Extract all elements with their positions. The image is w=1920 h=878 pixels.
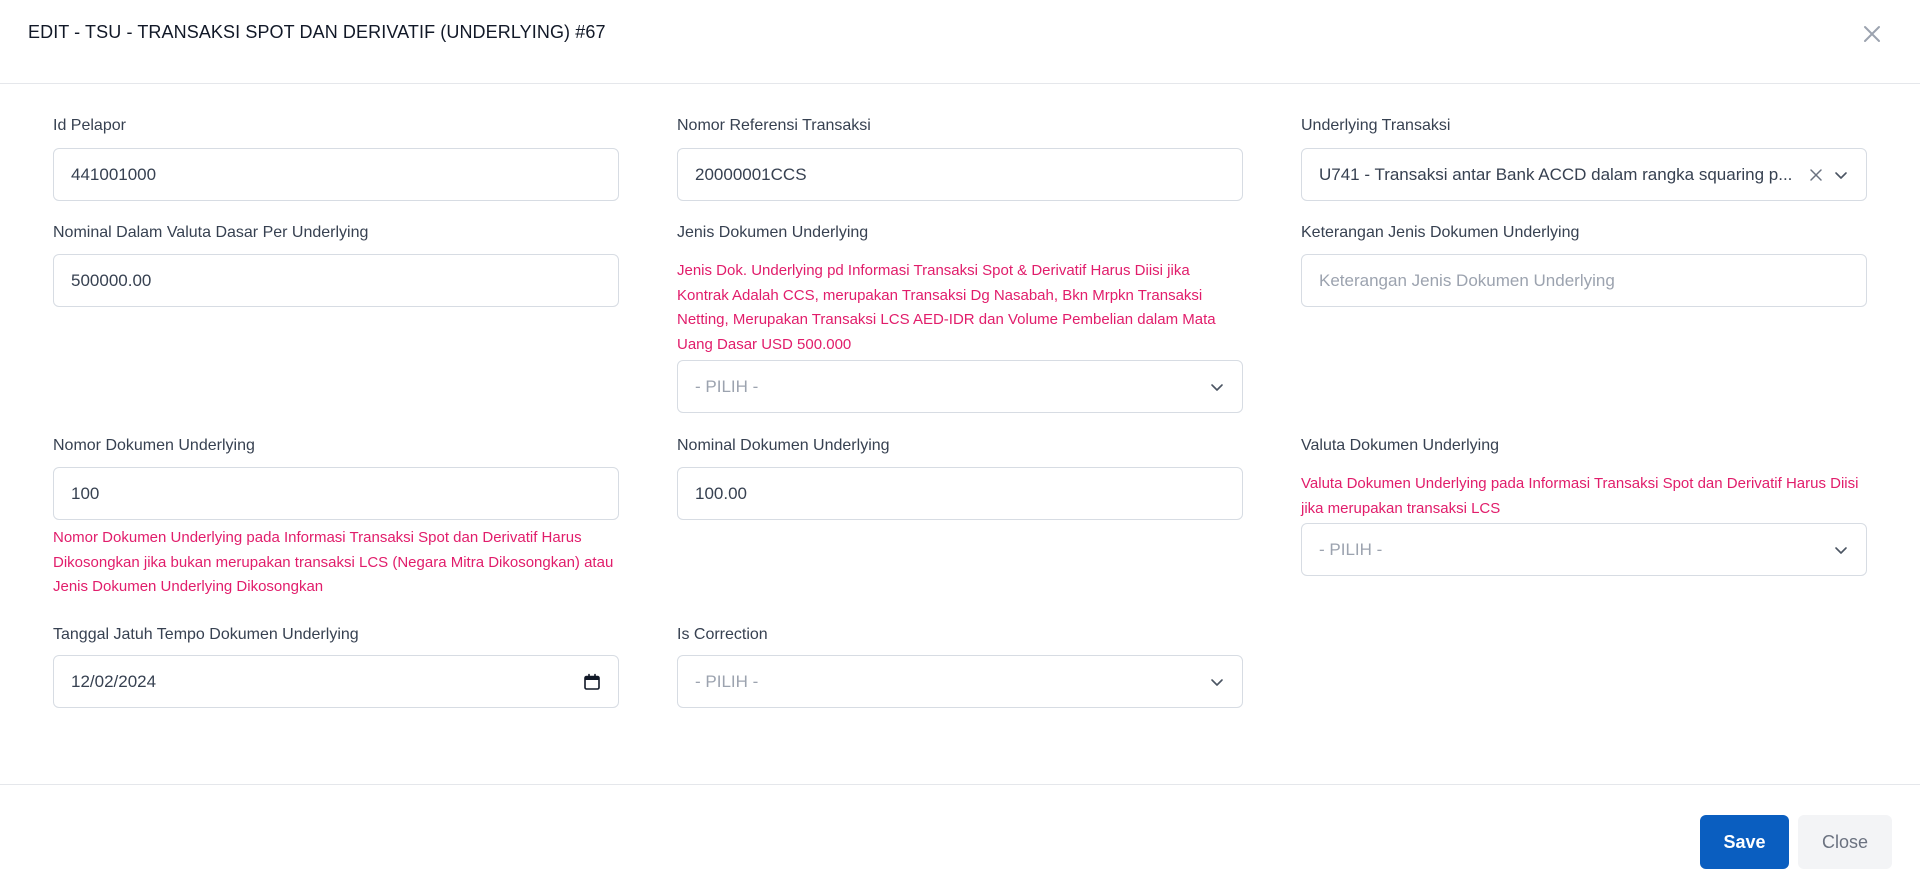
jenis-dokumen-select[interactable]: - PILIH - (677, 360, 1243, 413)
nomor-dokumen-label: Nomor Dokumen Underlying (53, 437, 255, 454)
keterangan-jenis-dokumen-label: Keterangan Jenis Dokumen Underlying (1301, 224, 1580, 241)
save-button[interactable]: Save (1700, 815, 1789, 869)
modal-header: EDIT - TSU - TRANSAKSI SPOT DAN DERIVATI… (0, 0, 1920, 84)
nominal-dokumen-input[interactable]: 100.00 (677, 467, 1243, 520)
chevron-down-icon (1835, 546, 1847, 554)
is-correction-label: Is Correction (677, 626, 768, 643)
modal-body: Id Pelapor 441001000 Nomor Referensi Tra… (0, 84, 1920, 784)
underlying-transaksi-select[interactable]: U741 - Transaksi antar Bank ACCD dalam r… (1301, 148, 1867, 201)
field-underlying-transaksi: Underlying Transaksi U741 - Transaksi an… (1301, 116, 1867, 201)
tanggal-jatuh-tempo-label: Tanggal Jatuh Tempo Dokumen Underlying (53, 626, 359, 643)
nomor-referensi-label: Nomor Referensi Transaksi (677, 117, 871, 134)
underlying-transaksi-label: Underlying Transaksi (1301, 117, 1451, 134)
field-valuta-dokumen: Valuta Dokumen Underlying Valuta Dokumen… (1301, 436, 1867, 576)
keterangan-jenis-dokumen-input[interactable]: Keterangan Jenis Dokumen Underlying (1301, 254, 1867, 307)
id-pelapor-input[interactable]: 441001000 (53, 148, 619, 201)
nominal-valuta-dasar-input[interactable]: 500000.00 (53, 254, 619, 307)
field-keterangan-jenis-dokumen: Keterangan Jenis Dokumen Underlying Kete… (1301, 223, 1867, 307)
field-nominal-dokumen: Nominal Dokumen Underlying 100.00 (677, 436, 1243, 520)
nominal-valuta-dasar-label: Nominal Dalam Valuta Dasar Per Underlyin… (53, 224, 369, 241)
modal-footer: Save Close (0, 784, 1920, 878)
jenis-dokumen-error: Jenis Dok. Underlying pd Informasi Trans… (677, 262, 1216, 353)
clear-icon[interactable] (1809, 168, 1823, 182)
jenis-dokumen-label: Jenis Dokumen Underlying (677, 224, 869, 241)
valuta-dokumen-select[interactable]: - PILIH - (1301, 523, 1867, 576)
nominal-dokumen-label: Nominal Dokumen Underlying (677, 437, 890, 454)
tanggal-jatuh-tempo-input[interactable]: 12/02/2024 (53, 655, 619, 708)
id-pelapor-label: Id Pelapor (53, 117, 126, 134)
field-nomor-dokumen: Nomor Dokumen Underlying 100 Nomor Dokum… (53, 436, 619, 595)
is-correction-select[interactable]: - PILIH - (677, 655, 1243, 708)
field-id-pelapor: Id Pelapor 441001000 (53, 116, 619, 201)
field-jenis-dokumen: Jenis Dokumen Underlying Jenis Dok. Unde… (677, 223, 1243, 413)
field-is-correction: Is Correction - PILIH - (677, 625, 1243, 708)
nomor-dokumen-error: Nomor Dokumen Underlying pada Informasi … (53, 529, 614, 595)
valuta-dokumen-error: Valuta Dokumen Underlying pada Informasi… (1301, 475, 1859, 517)
field-nomor-referensi: Nomor Referensi Transaksi 20000001CCS (677, 116, 1243, 201)
chevron-down-icon (1211, 383, 1223, 391)
close-icon[interactable] (1860, 22, 1884, 46)
field-nominal-valuta-dasar: Nominal Dalam Valuta Dasar Per Underlyin… (53, 223, 619, 307)
valuta-dokumen-label: Valuta Dokumen Underlying (1301, 437, 1500, 454)
modal-title: EDIT - TSU - TRANSAKSI SPOT DAN DERIVATI… (28, 22, 606, 42)
nomor-dokumen-input[interactable]: 100 (53, 467, 619, 520)
chevron-down-icon (1835, 171, 1847, 179)
close-button[interactable]: Close (1798, 815, 1892, 869)
chevron-down-icon (1211, 678, 1223, 686)
nomor-referensi-input[interactable]: 20000001CCS (677, 148, 1243, 201)
calendar-icon[interactable] (583, 673, 601, 691)
field-tanggal-jatuh-tempo: Tanggal Jatuh Tempo Dokumen Underlying 1… (53, 625, 619, 708)
